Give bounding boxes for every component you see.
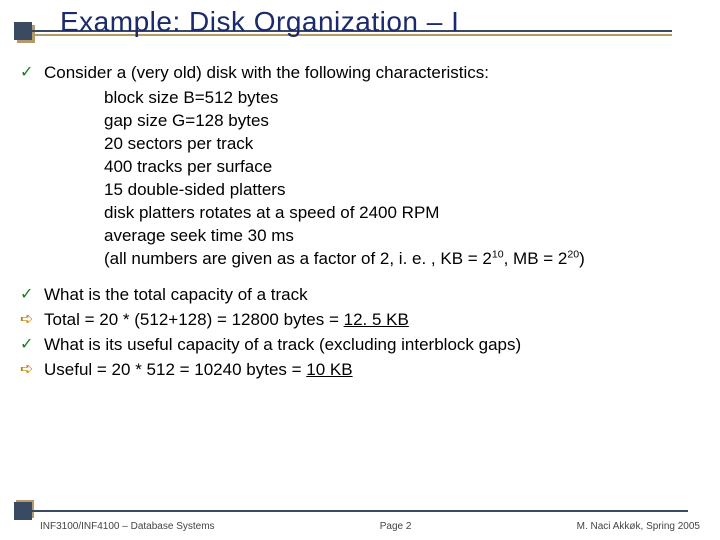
check-icon: ✓ xyxy=(20,284,44,307)
char-sectors: 20 sectors per track xyxy=(20,133,700,156)
total-result: 12. 5 KB xyxy=(344,310,409,329)
char-block-size: block size B=512 bytes xyxy=(20,87,700,110)
note-mid: , MB = 2 xyxy=(504,249,568,268)
check-icon: ✓ xyxy=(20,334,44,357)
note-post: ) xyxy=(579,249,585,268)
bullet-text: Useful = 20 * 512 = 10240 bytes = 10 KB xyxy=(44,359,700,382)
bullet-characteristics: ✓ Consider a (very old) disk with the fo… xyxy=(20,62,700,85)
bullet-text: Total = 20 * (512+128) = 12800 bytes = 1… xyxy=(44,309,700,332)
note-pre: (all numbers are given as a factor of 2,… xyxy=(104,249,492,268)
char-note: (all numbers are given as a factor of 2,… xyxy=(20,248,700,271)
check-icon: ✓ xyxy=(20,62,44,85)
footer-square-icon xyxy=(14,502,32,520)
char-platters: 15 double-sided platters xyxy=(20,179,700,202)
bullet-text: Consider a (very old) disk with the foll… xyxy=(44,62,700,85)
char-rpm: disk platters rotates at a speed of 2400… xyxy=(20,202,700,225)
footer-left: INF3100/INF4100 – Database Systems xyxy=(40,521,215,532)
footer-center: Page 2 xyxy=(380,521,412,532)
slide-title: Example: Disk Organization – I xyxy=(60,6,459,38)
useful-pre: Useful = 20 * 512 = 10240 bytes = xyxy=(44,360,306,379)
accent-square-icon xyxy=(14,22,32,40)
arrow-icon: ➪ xyxy=(20,309,44,332)
bullet-total-capacity-q: ✓ What is the total capacity of a track xyxy=(20,284,700,307)
total-pre: Total = 20 * (512+128) = 12800 bytes = xyxy=(44,310,344,329)
useful-result: 10 KB xyxy=(306,360,352,379)
bullet-useful-capacity-q: ✓ What is its useful capacity of a track… xyxy=(20,334,700,357)
footer-right: M. Naci Akkøk, Spring 2005 xyxy=(577,521,700,532)
bullet-text: What is the total capacity of a track xyxy=(44,284,700,307)
char-gap-size: gap size G=128 bytes xyxy=(20,110,700,133)
note-exp2: 20 xyxy=(567,248,579,260)
slide-footer: INF3100/INF4100 – Database Systems Page … xyxy=(40,521,700,532)
char-tracks: 400 tracks per surface xyxy=(20,156,700,179)
arrow-icon: ➪ xyxy=(20,359,44,382)
char-seek: average seek time 30 ms xyxy=(20,225,700,248)
bullet-total-capacity-a: ➪ Total = 20 * (512+128) = 12800 bytes =… xyxy=(20,309,700,332)
slide-body: ✓ Consider a (very old) disk with the fo… xyxy=(20,62,700,384)
bullet-text: What is its useful capacity of a track (… xyxy=(44,334,700,357)
note-exp1: 10 xyxy=(492,248,504,260)
slide: Example: Disk Organization – I ✓ Conside… xyxy=(0,0,720,540)
footer-rule xyxy=(32,510,688,512)
bullet-useful-capacity-a: ➪ Useful = 20 * 512 = 10240 bytes = 10 K… xyxy=(20,359,700,382)
